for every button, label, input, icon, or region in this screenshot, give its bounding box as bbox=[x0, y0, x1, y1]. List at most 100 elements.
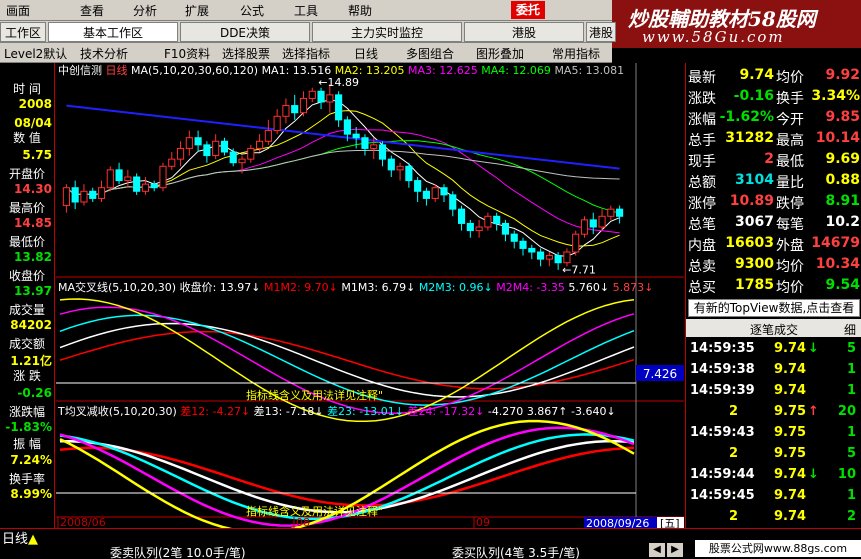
tab-4[interactable]: 港股 bbox=[464, 22, 584, 42]
info-value: -1.83% bbox=[5, 420, 52, 434]
menu-item[interactable]: 扩展 bbox=[185, 2, 209, 19]
tick-row: 2 9.74 2 bbox=[686, 507, 861, 528]
candle-body bbox=[501, 222, 510, 235]
quote-row: 总买 1785 均价 9.54 bbox=[686, 274, 861, 296]
candle-body bbox=[528, 247, 536, 253]
toolbar-item[interactable]: 选择指标 bbox=[282, 45, 330, 62]
tick-time: 14:59:39 bbox=[690, 383, 755, 398]
quote-value: 8.91 bbox=[825, 193, 860, 209]
tick-price: 9.75 bbox=[774, 446, 807, 461]
toolbar-item[interactable]: 图形叠加 bbox=[476, 45, 524, 62]
quote-label: 均价 bbox=[776, 280, 804, 296]
info-label: 换手率 bbox=[8, 472, 45, 486]
info-label: 涨跌幅 bbox=[8, 405, 45, 419]
sub2-val-name: 差13: bbox=[254, 404, 286, 418]
sub1-close-label: 收盘价: bbox=[180, 280, 220, 294]
trade-menu-button[interactable]: 委托 bbox=[511, 1, 545, 19]
tick-time: 14:59:45 bbox=[690, 488, 755, 503]
menu-item[interactable]: 查看 bbox=[80, 2, 104, 19]
quote-value: 10.2 bbox=[825, 214, 860, 230]
candle-body bbox=[572, 233, 580, 253]
kline-chart[interactable]: 7.426 中创信测 日线 MA(5,10,20,30,60,120) MA1:… bbox=[56, 63, 684, 528]
candle-body bbox=[273, 115, 281, 132]
candle-body bbox=[80, 190, 88, 203]
candle-body bbox=[133, 176, 141, 192]
tab-0[interactable]: 工作区 bbox=[0, 22, 46, 42]
quote-value: 16603 bbox=[725, 235, 774, 251]
toolbar-item[interactable]: F10资料 bbox=[164, 45, 210, 62]
sub1-val: 6.79↓ bbox=[382, 281, 419, 294]
menu-item[interactable]: 画面 bbox=[6, 2, 30, 19]
period-label[interactable]: 日线▲ bbox=[2, 528, 38, 547]
toolbar-item[interactable]: Level2默认 bbox=[4, 45, 67, 62]
sub1-note: 指标线含义及用法详见注释" bbox=[246, 388, 383, 402]
ma-name: MA5: bbox=[554, 64, 585, 77]
ma-value: 13.081 bbox=[586, 64, 625, 77]
cursor-info-column: 时 间 2008 08/04 数 值 5.75 开盘价 14.30 最高价 14.85 最低价 13… bbox=[0, 63, 55, 540]
tick-arrow: ↓ bbox=[808, 467, 819, 482]
sub1-close-value: 13.97↓ bbox=[220, 281, 264, 294]
candle-body bbox=[405, 165, 413, 182]
candle-body bbox=[370, 144, 378, 149]
info-label: 振 幅 bbox=[13, 437, 41, 451]
candle-body bbox=[264, 130, 272, 142]
quote-value: 10.34 bbox=[815, 256, 860, 272]
quote-label: 总卖 bbox=[688, 259, 716, 275]
tick-title: 逐笔成交 bbox=[750, 323, 799, 337]
buy-queue-label[interactable]: 委买队列(4笔 3.5手/笔) bbox=[452, 544, 580, 559]
sub1-val-name: M2M4: bbox=[496, 281, 536, 294]
candle-body bbox=[62, 187, 70, 207]
quote-value: 31282 bbox=[725, 130, 774, 146]
sub1-header: MA交叉线(5,10,20,30) 收盘价: 13.97↓ M1M2: 9.70… bbox=[58, 280, 653, 294]
candle-body bbox=[352, 133, 360, 139]
tab-3[interactable]: 主力实时监控 bbox=[312, 22, 462, 42]
toolbar-item[interactable]: 日线 bbox=[354, 45, 378, 62]
menu-item[interactable]: 帮助 bbox=[348, 2, 372, 19]
menu-item[interactable]: 公式 bbox=[240, 2, 264, 19]
quote-value: 10.89 bbox=[729, 193, 774, 209]
tick-time: 2 bbox=[728, 446, 738, 461]
info-value: 5.75 bbox=[22, 148, 52, 162]
sub1-val: -3.35 bbox=[536, 281, 568, 294]
scroll-arrow-left[interactable]: ◀ bbox=[649, 543, 665, 557]
info-value: 8.99% bbox=[10, 487, 52, 501]
info-value: 14.30 bbox=[14, 182, 52, 196]
toolbar-item[interactable]: 多图组合 bbox=[406, 45, 454, 62]
candle-body bbox=[431, 187, 439, 199]
tick-col-detail[interactable]: 细 bbox=[844, 321, 856, 338]
candle-body bbox=[97, 187, 106, 199]
candle-body bbox=[563, 251, 571, 264]
tick-row: 14:59:43 9.75 1 bbox=[686, 423, 861, 444]
candle-body bbox=[519, 240, 527, 249]
candle-body bbox=[545, 255, 553, 260]
quote-row: 总手 31282 最高 10.14 bbox=[686, 127, 861, 149]
analysis-toolbar: Level2默认 技术分析 F10资料 选择股票 选择指标 日线 多图组合 图形叠加 常用指标 bbox=[0, 43, 612, 63]
tick-price: 9.74 bbox=[774, 509, 807, 524]
tick-price: 9.75 bbox=[774, 404, 807, 419]
toolbar-item[interactable]: 技术分析 bbox=[80, 45, 128, 62]
menu-item[interactable]: 工具 bbox=[294, 2, 318, 19]
site-banner: 炒股輔助教材58股网 www.58Gu.com bbox=[612, 0, 861, 48]
menu-item[interactable]: 分析 bbox=[133, 2, 157, 19]
candle-body bbox=[229, 151, 237, 164]
ma-name: MA4: bbox=[481, 64, 512, 77]
scroll-arrow-right[interactable]: ▶ bbox=[667, 543, 683, 557]
candle-body bbox=[589, 219, 597, 228]
quote-value: 9300 bbox=[735, 256, 774, 272]
info-label: 最高价 bbox=[8, 201, 45, 215]
candle-body bbox=[396, 165, 404, 171]
quote-label: 总额 bbox=[688, 175, 716, 191]
stock-name: 中创信测 bbox=[58, 64, 106, 77]
sub1-extra: 5.760↓ bbox=[568, 281, 612, 294]
sell-queue-label[interactable]: 委卖队列(2笔 10.0手/笔) bbox=[110, 544, 246, 559]
topview-button[interactable]: 有新的TopView数据,点击查看 bbox=[688, 299, 860, 317]
tab-2[interactable]: DDE决策 bbox=[180, 22, 310, 42]
candle-body bbox=[106, 169, 114, 189]
toolbar-item[interactable]: 选择股票 bbox=[222, 45, 270, 62]
sub1-extra: 5.873↓ bbox=[613, 281, 654, 294]
tab-5[interactable]: 港股 bbox=[586, 22, 616, 42]
tab-1[interactable]: 基本工作区 bbox=[48, 22, 178, 42]
tick-row: 14:59:38 9.74 1 bbox=[686, 360, 861, 381]
candle-body bbox=[378, 144, 387, 160]
toolbar-item[interactable]: 常用指标 bbox=[552, 45, 600, 62]
